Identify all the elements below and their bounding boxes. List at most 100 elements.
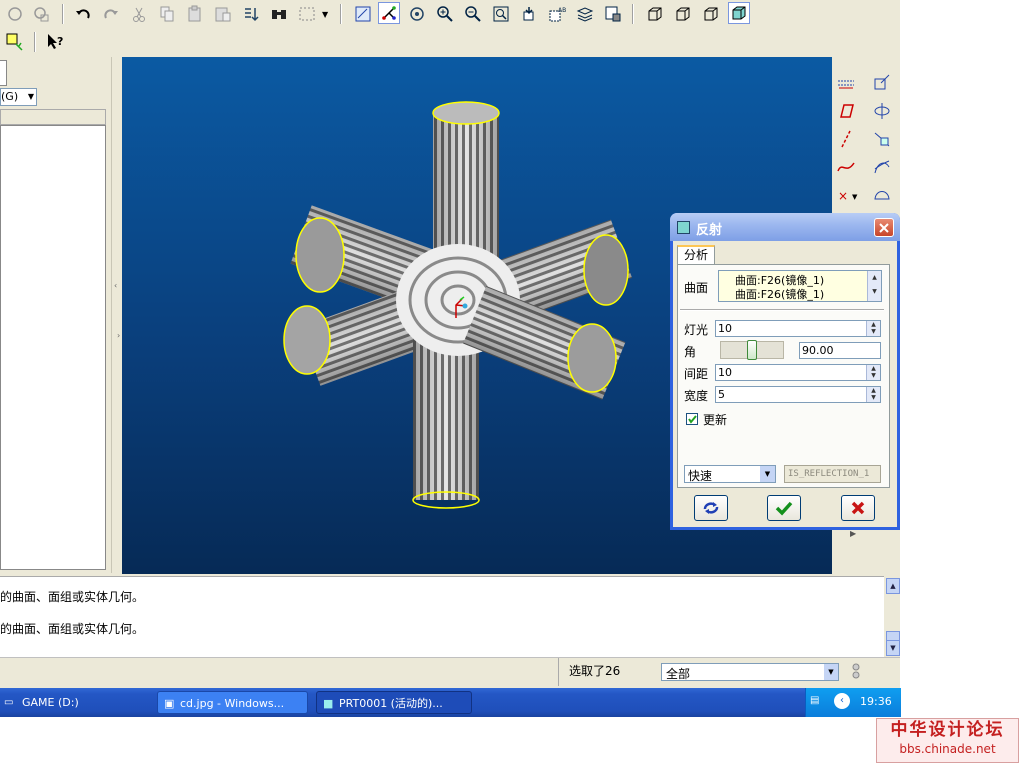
dialog-app-icon (677, 221, 690, 234)
select-box-icon[interactable] (296, 3, 318, 25)
layers-icon[interactable] (574, 3, 596, 25)
scroll-up-icon[interactable]: ▲ (886, 578, 900, 594)
light-stepper[interactable]: 10 ▲ ▼ (715, 320, 881, 337)
undo-icon[interactable] (72, 3, 94, 25)
taskbar: ▭ GAME (D:) ▣ cd.jpg - Windows... ■ PRT0… (0, 688, 900, 717)
regenerate-icon[interactable] (4, 3, 26, 25)
saved-views-icon[interactable]: AB (546, 3, 568, 25)
axis-icon[interactable] (836, 129, 856, 152)
dialog-titlebar[interactable]: 反射 (670, 213, 900, 241)
spin-arrows-icon[interactable]: ▲ ▼ (866, 365, 880, 380)
sketch-icon[interactable] (872, 73, 892, 96)
message-line: 的曲面、面组或实体几何。 (0, 590, 145, 604)
result-name-field[interactable]: IS_REFLECTION_1 (784, 465, 881, 483)
angle-slider[interactable] (720, 340, 784, 360)
surface-scroll[interactable]: ▲ ▼ (867, 271, 881, 301)
spin-arrows-icon[interactable]: ▲ ▼ (866, 321, 880, 336)
proe-window-icon: ■ (323, 697, 334, 710)
taskbar-item-label: cd.jpg - Windows... (180, 697, 285, 710)
width-stepper[interactable]: 5 ▲ ▼ (715, 386, 881, 403)
tray-expand-icon[interactable]: ‹ (834, 693, 850, 709)
paste-special-icon[interactable] (212, 3, 234, 25)
expand-right-icon[interactable]: › (117, 331, 120, 340)
update-checkbox[interactable] (686, 413, 698, 425)
curve-icon[interactable] (836, 157, 856, 180)
cut-icon[interactable] (128, 3, 150, 25)
image-viewer-icon: ▣ (164, 697, 175, 710)
boundary-blend-icon[interactable] (872, 185, 892, 208)
surface-label: 曲面 (684, 281, 709, 295)
taskbar-item[interactable]: ▣ cd.jpg - Windows... (157, 691, 308, 714)
tab-analysis-label: 分析 (683, 248, 708, 262)
spin-arrows-icon[interactable]: ▲ ▼ (866, 387, 880, 402)
selection-count: 选取了26 (569, 664, 621, 678)
zoom-out-icon[interactable] (462, 3, 484, 25)
surface-item[interactable]: 曲面:F26(镜像_1) (735, 286, 824, 302)
hidden-line-icon[interactable] (672, 3, 694, 25)
find-icon[interactable] (268, 3, 290, 25)
datum-plane-icon[interactable] (836, 73, 856, 96)
spacing-value: 10 (718, 366, 732, 379)
no-hidden-icon[interactable] (700, 3, 722, 25)
view-manager-icon[interactable] (602, 3, 624, 25)
angle-input[interactable]: 90.00 (799, 342, 881, 359)
svg-text:?: ? (57, 35, 63, 48)
toolbar-more-icon[interactable]: ▶ (850, 529, 856, 538)
selection-filter-select[interactable]: 全部 ▼ (661, 663, 839, 681)
repaint-icon[interactable] (352, 3, 374, 25)
reorient-icon[interactable] (518, 3, 540, 25)
whats-this-icon[interactable]: ? (44, 31, 66, 53)
light-value: 10 (718, 322, 732, 335)
width-label: 宽度 (684, 389, 709, 403)
navigator-combo[interactable]: (G) ▼ (0, 88, 37, 106)
refit-icon[interactable] (490, 3, 512, 25)
spin-center-icon[interactable] (378, 2, 400, 24)
mode-select[interactable]: 快速 ▼ (684, 465, 776, 483)
point-icon[interactable]: × ▼ (836, 185, 862, 208)
dialog-close-button[interactable] (874, 218, 894, 237)
scroll-up-icon[interactable]: ▲ (868, 271, 881, 285)
scroll-down-icon[interactable]: ▼ (886, 640, 900, 656)
plane-icon[interactable] (836, 101, 856, 124)
checkmark-icon (688, 415, 697, 424)
cancel-button[interactable] (841, 495, 875, 521)
copy-icon[interactable] (156, 3, 178, 25)
redo-icon[interactable] (100, 3, 122, 25)
preview-button[interactable] (694, 495, 728, 521)
shading-icon[interactable] (728, 2, 750, 24)
filter-icon[interactable] (4, 31, 26, 53)
zoom-in-icon[interactable] (434, 3, 456, 25)
taskbar-item[interactable]: ■ PRT0001 (活动的)... (316, 691, 472, 714)
model-tree-header (0, 109, 106, 125)
angle-value: 90.00 (802, 344, 834, 357)
paste-icon[interactable] (184, 3, 206, 25)
scroll-down-icon[interactable]: ▼ (868, 285, 881, 299)
result-name-value: IS_REFLECTION_1 (788, 469, 870, 479)
watermark-url: bbs.chinade.net (899, 742, 996, 756)
tab-analysis[interactable]: 分析 (677, 245, 715, 265)
message-scrollbar[interactable]: ▲ ▼ (884, 576, 900, 656)
regenerate-manager-icon[interactable] (30, 3, 52, 25)
system-tray: ▤ ‹ 19:36 (805, 688, 901, 717)
blend-icon[interactable] (872, 157, 892, 180)
spacing-stepper[interactable]: 10 ▲ ▼ (715, 364, 881, 381)
mode-select-value: 快速 (688, 469, 713, 483)
clock: 19:36 (860, 695, 892, 708)
orient-icon[interactable] (406, 3, 428, 25)
collapse-left-icon[interactable]: ‹ (114, 281, 117, 290)
reorder-icon[interactable] (240, 3, 262, 25)
surface-collector[interactable]: 曲面:F26(镜像_1) 曲面:F26(镜像_1) ▲ ▼ (718, 270, 882, 302)
navigator-tab[interactable] (0, 60, 7, 86)
ok-button[interactable] (767, 495, 801, 521)
light-label: 灯光 (684, 323, 709, 337)
taskbar-item-label: PRT0001 (活动的)... (339, 697, 443, 710)
revolve-icon[interactable] (872, 101, 892, 124)
sweep-icon[interactable] (872, 129, 892, 152)
wireframe-icon[interactable] (644, 3, 666, 25)
keyboard-icon[interactable]: ▤ (810, 695, 819, 706)
model-tree[interactable] (0, 125, 106, 570)
angle-slider-thumb[interactable] (747, 340, 757, 360)
taskbar-item[interactable]: ▭ GAME (D:) (0, 691, 150, 714)
chevron-down-icon[interactable]: ▼ (322, 10, 328, 19)
angle-label: 角 (684, 345, 697, 359)
